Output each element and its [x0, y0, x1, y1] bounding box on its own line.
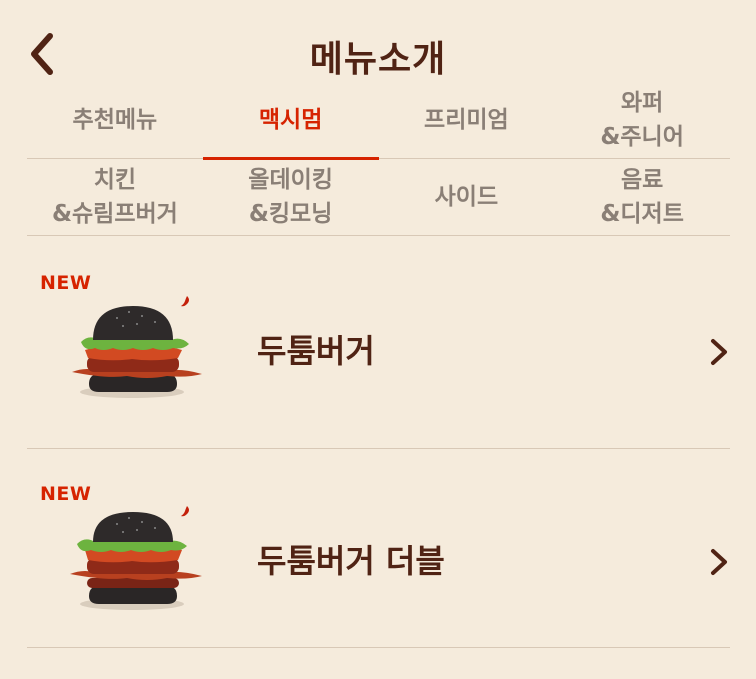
page-title: 메뉴소개: [309, 39, 447, 80]
category-tabs: 추천메뉴 맥시멈 프리미엄 와퍼 &주니어 치킨 &슈림프버거 올데이킹 &킹모…: [27, 82, 730, 236]
tab-recommended[interactable]: 추천메뉴: [27, 82, 203, 158]
chili-pepper-icon: [181, 296, 189, 307]
burger-image: [70, 506, 202, 610]
menu-item-name: 두툼버거 더블: [257, 542, 445, 580]
tab-drink-dessert[interactable]: 음료 &디저트: [554, 159, 730, 235]
tab-row-2: 치킨 &슈림프버거 올데이킹 &킹모닝 사이드 음료 &디저트: [27, 159, 730, 236]
tab-maximum[interactable]: 맥시멈: [202, 82, 379, 160]
tab-whopper-junior[interactable]: 와퍼 &주니어: [554, 82, 730, 158]
menu-item-dutum-burger[interactable]: NEW 두툼버거: [27, 236, 730, 449]
menu-list: NEW 두툼버거 NEW 두툼버거 더블: [27, 236, 730, 648]
chevron-right-icon: [711, 549, 727, 575]
tab-premium[interactable]: 프리미엄: [379, 82, 555, 158]
burger-image: [72, 296, 202, 398]
menu-item-dutum-burger-double[interactable]: NEW 두툼버거 더블: [27, 449, 730, 648]
new-badge: NEW: [40, 272, 92, 294]
chevron-right-icon: [711, 339, 727, 365]
tab-side[interactable]: 사이드: [379, 159, 555, 235]
tab-allday-kingmorning[interactable]: 올데이킹 &킹모닝: [203, 159, 379, 235]
tab-row-1: 추천메뉴 맥시멈 프리미엄 와퍼 &주니어: [27, 82, 730, 160]
menu-item-name: 두툼버거: [257, 332, 375, 370]
chili-pepper-icon: [181, 506, 189, 517]
tab-chicken-shrimp[interactable]: 치킨 &슈림프버거: [27, 159, 203, 235]
new-badge: NEW: [40, 483, 92, 505]
